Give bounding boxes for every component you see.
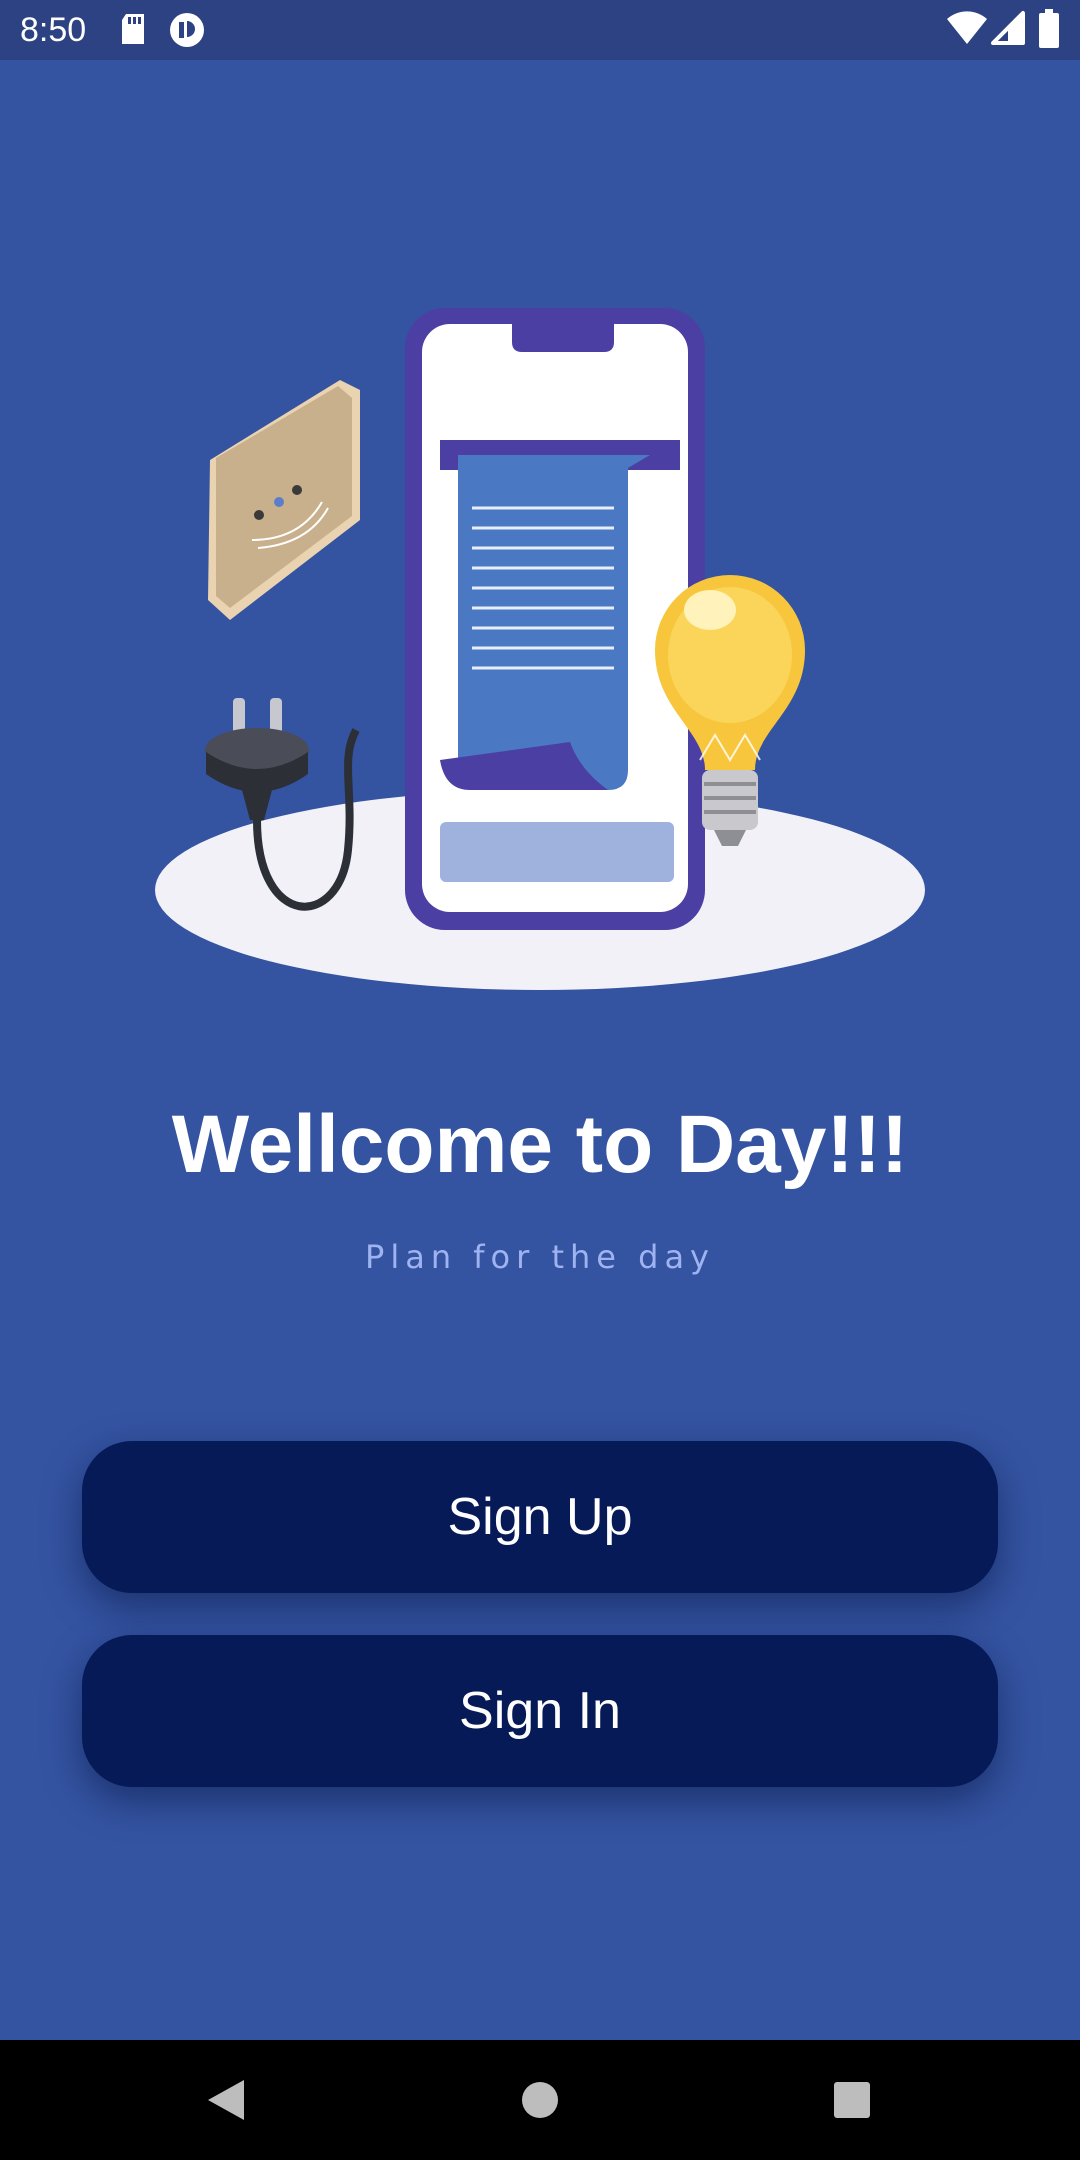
home-button[interactable] [470, 2040, 610, 2160]
wall-socket-icon [208, 380, 360, 620]
smartphone-icon [405, 308, 705, 930]
sign-up-label: Sign Up [447, 1488, 633, 1546]
sd-card-icon [118, 12, 148, 51]
sign-in-button[interactable]: Sign In [82, 1635, 998, 1787]
recents-button[interactable] [782, 2040, 922, 2160]
status-bar: 8:50 [0, 0, 1080, 60]
home-icon [522, 2082, 558, 2118]
welcome-title: Wellcome to Day!!! [171, 1099, 909, 1190]
recents-icon [834, 2082, 870, 2118]
wifi-icon [946, 10, 988, 51]
sign-in-label: Sign In [459, 1682, 621, 1740]
signal-icon [990, 10, 1026, 51]
back-icon [208, 2080, 244, 2120]
battery-icon [1038, 9, 1060, 54]
app-notification-icon [168, 12, 206, 53]
back-button[interactable] [156, 2040, 296, 2160]
welcome-subtitle: Plan for the day [365, 1238, 715, 1276]
hero-illustration [140, 290, 940, 1010]
navigation-bar [0, 2040, 1080, 2160]
status-time: 8:50 [20, 11, 87, 49]
sign-up-button[interactable]: Sign Up [82, 1441, 998, 1593]
